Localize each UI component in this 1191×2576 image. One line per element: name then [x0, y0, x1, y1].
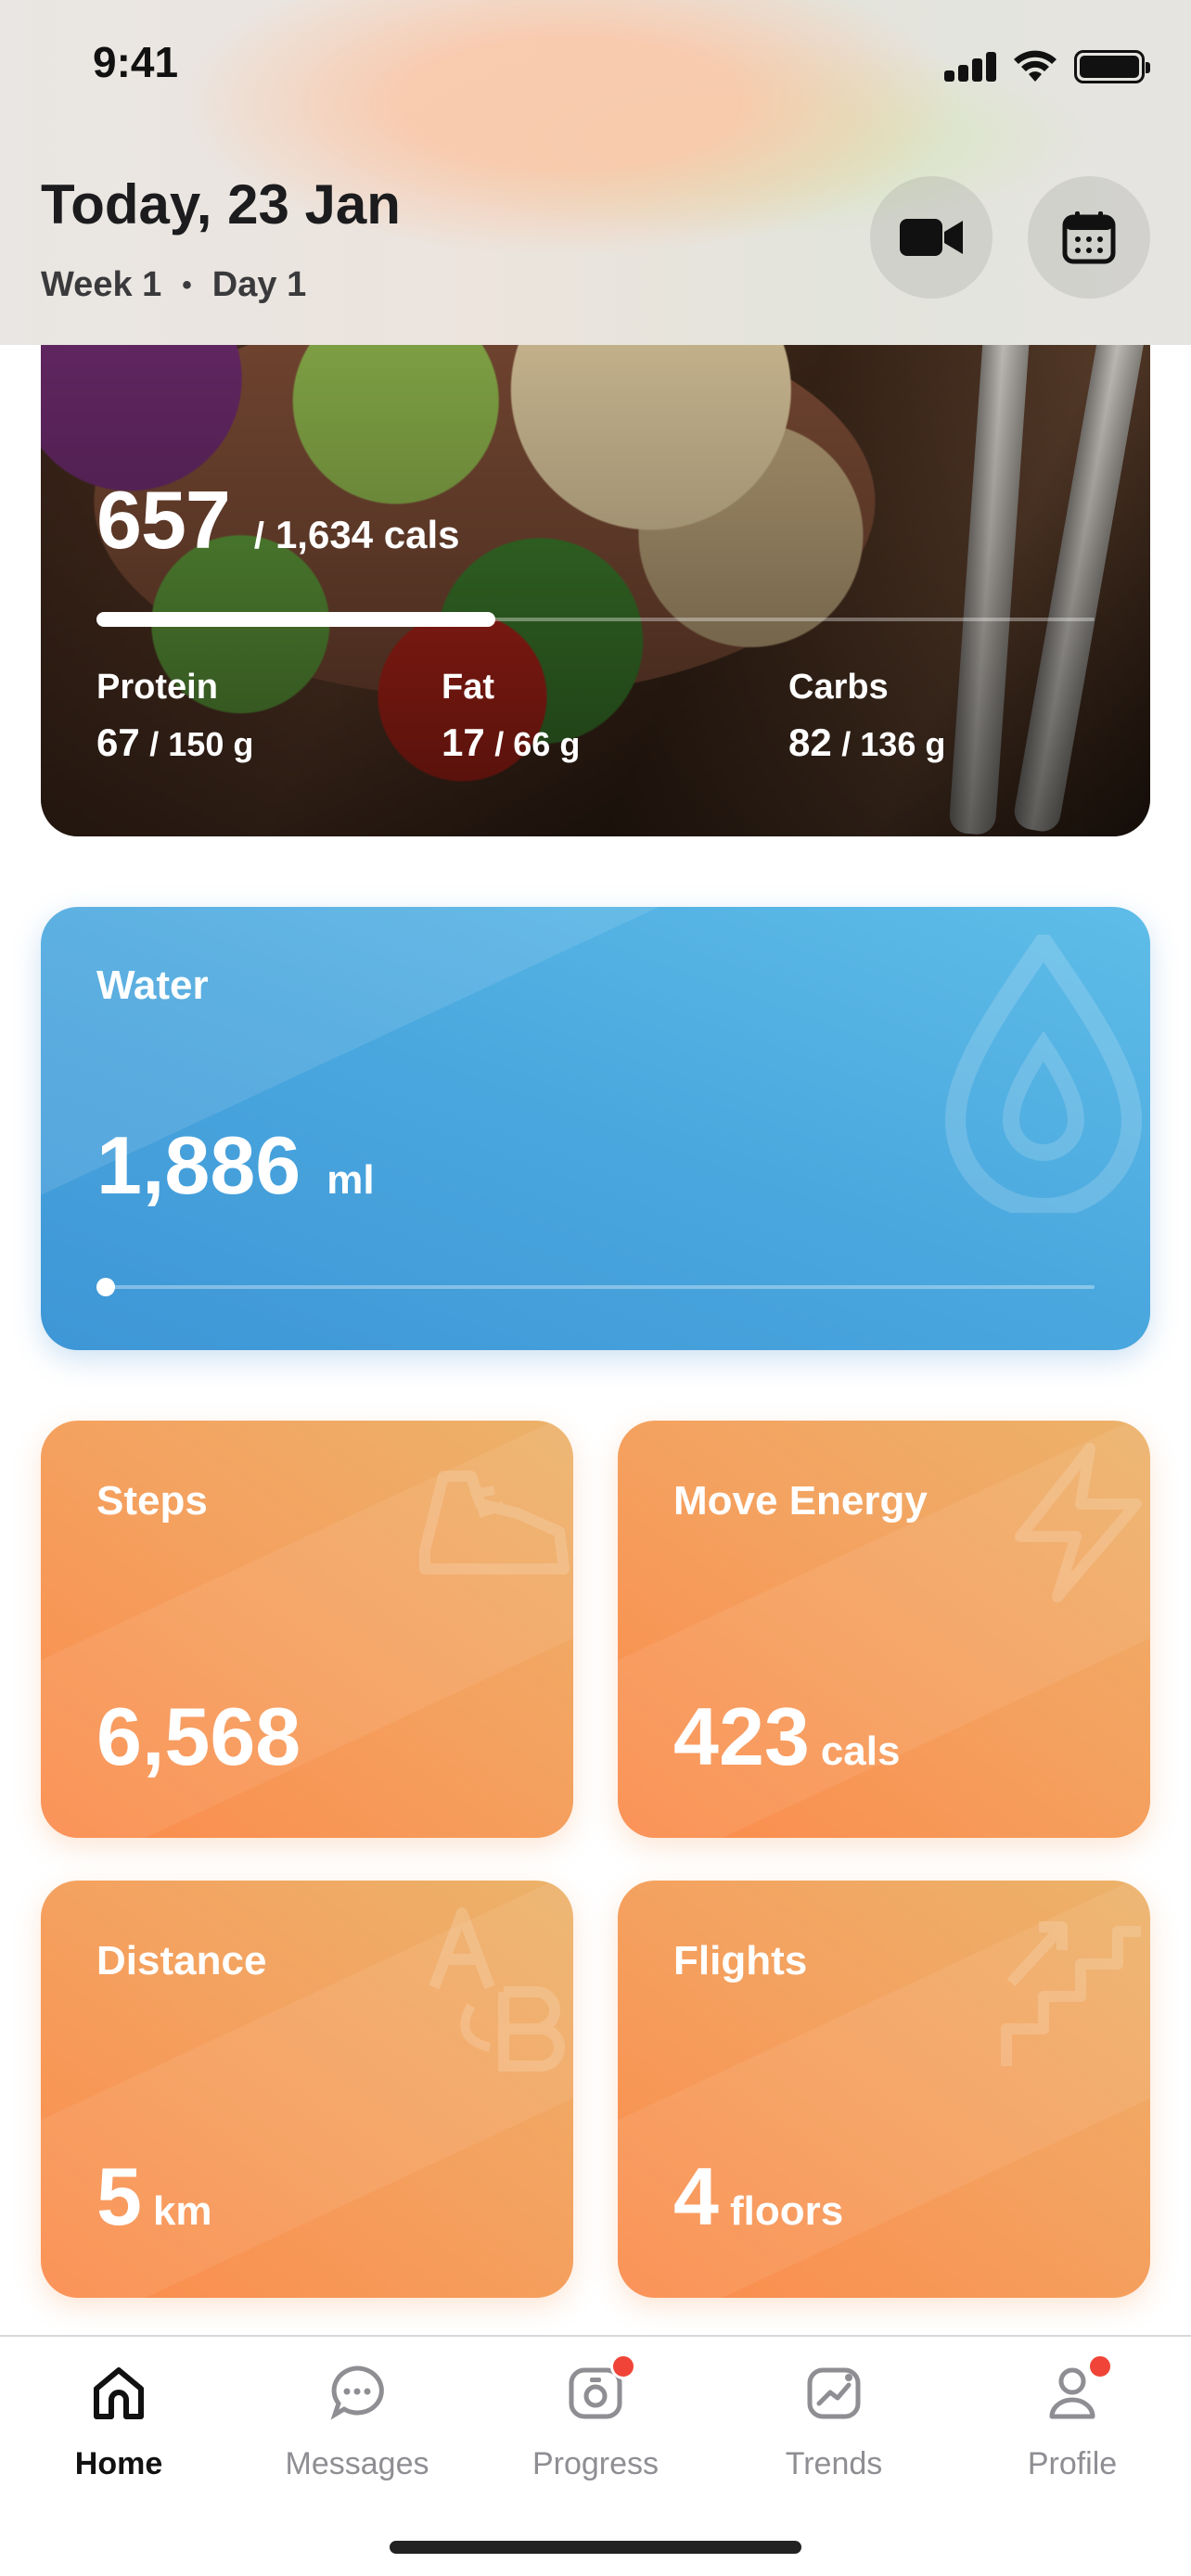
macro-goal: / 150 g	[149, 725, 254, 763]
tab-progress[interactable]: Progress	[477, 2353, 714, 2498]
notification-badge	[1087, 2353, 1113, 2379]
wifi-icon	[1014, 50, 1057, 82]
week-day-subtitle: Week 1 • Day 1	[41, 265, 306, 305]
macro-value: 17	[442, 721, 485, 764]
water-progress-track	[96, 1278, 1095, 1296]
water-card[interactable]: Water 1,886 ml	[41, 907, 1150, 1350]
flights-value: 4	[673, 2150, 719, 2242]
video-camera-icon	[900, 219, 963, 256]
stairs-icon	[1001, 1921, 1141, 2066]
move-energy-value: 423	[673, 1690, 810, 1782]
cellular-signal-icon	[944, 52, 996, 82]
notification-badge	[610, 2353, 636, 2379]
subtitle-separator: •	[182, 269, 192, 300]
tab-messages[interactable]: Messages	[238, 2359, 476, 2498]
lightning-icon	[1015, 1443, 1142, 1602]
tab-profile[interactable]: Profile	[954, 2353, 1191, 2498]
macro-value: 67	[96, 721, 140, 764]
a-to-b-icon	[429, 1907, 565, 2072]
water-value: 1,886	[96, 1119, 301, 1211]
water-amount: 1,886 ml	[96, 1118, 375, 1213]
macro-label: Protein	[96, 668, 218, 707]
tab-label: Home	[74, 2446, 163, 2481]
person-icon	[1039, 2353, 1113, 2426]
steps-amount: 6,568	[96, 1690, 312, 1784]
battery-icon	[1074, 50, 1150, 83]
calories-separator: /	[253, 516, 264, 556]
move-energy-title: Move Energy	[673, 1478, 928, 1524]
steps-card[interactable]: Steps 6,568	[41, 1421, 573, 1838]
move-energy-amount: 423 cals	[673, 1690, 900, 1784]
macro-value: 82	[788, 721, 832, 764]
water-drop-icon	[944, 935, 1143, 1213]
app-header: 9:41 Today, 23 Jan Week 1 • Day 1	[0, 0, 1191, 345]
macro-protein: Protein 67 / 150 g	[96, 668, 253, 765]
distance-value: 5	[96, 2150, 142, 2242]
tab-label: Trends	[785, 2446, 883, 2481]
distance-title: Distance	[96, 1938, 267, 1983]
water-unit: ml	[327, 1157, 375, 1203]
calendar-icon	[1062, 211, 1116, 264]
tab-bar: Home Messages Progress Trends Profile	[0, 2335, 1191, 2576]
tab-label: Messages	[285, 2446, 429, 2481]
macro-goal: / 66 g	[494, 725, 581, 763]
tab-label: Profile	[1027, 2446, 1118, 2481]
water-title: Water	[96, 963, 209, 1008]
move-energy-unit: cals	[820, 1728, 901, 1774]
calories-progress-track	[96, 612, 1095, 627]
steps-title: Steps	[96, 1478, 208, 1524]
macro-fat: Fat 17 / 66 g	[442, 668, 580, 765]
move-energy-card[interactable]: Move Energy 423 cals	[618, 1421, 1150, 1838]
calories-summary: 657 / 1,634 cals	[96, 473, 459, 567]
macro-label: Carbs	[788, 668, 889, 707]
calories-consumed: 657	[96, 474, 231, 566]
camera-icon	[562, 2353, 636, 2426]
tab-home[interactable]: Home	[0, 2359, 237, 2498]
video-button[interactable]	[870, 176, 992, 299]
week-label: Week 1	[41, 265, 162, 304]
calories-card[interactable]: 657 / 1,634 cals Protein 67 / 150 g Fat …	[41, 278, 1150, 836]
tab-label: Progress	[531, 2446, 660, 2481]
day-label: Day 1	[211, 265, 307, 304]
water-progress-knob	[96, 1278, 115, 1296]
calories-goal: 1,634 cals	[275, 513, 460, 556]
flights-title: Flights	[673, 1938, 808, 1983]
shoe-icon	[419, 1471, 570, 1575]
calendar-button[interactable]	[1028, 176, 1150, 299]
calories-progress-fill	[96, 612, 496, 627]
status-bar: 9:41	[0, 0, 1191, 130]
macro-label: Fat	[442, 668, 494, 707]
page-title: Today, 23 Jan	[41, 173, 401, 236]
tab-trends[interactable]: Trends	[715, 2359, 953, 2498]
distance-unit: km	[152, 2188, 212, 2234]
steps-value: 6,568	[96, 1690, 301, 1782]
flights-unit: floors	[729, 2188, 844, 2234]
flights-card[interactable]: Flights 4 floors	[618, 1881, 1150, 2298]
chat-bubble-icon	[324, 2359, 391, 2426]
home-icon	[85, 2359, 152, 2426]
macro-carbs: Carbs 82 / 136 g	[788, 668, 945, 765]
distance-amount: 5 km	[96, 2149, 212, 2244]
status-time: 9:41	[93, 38, 179, 86]
macro-goal: / 136 g	[841, 725, 946, 763]
home-indicator	[390, 2541, 801, 2554]
trend-chart-icon	[800, 2359, 867, 2426]
flights-amount: 4 floors	[673, 2149, 843, 2244]
distance-card[interactable]: Distance 5 km	[41, 1881, 573, 2298]
